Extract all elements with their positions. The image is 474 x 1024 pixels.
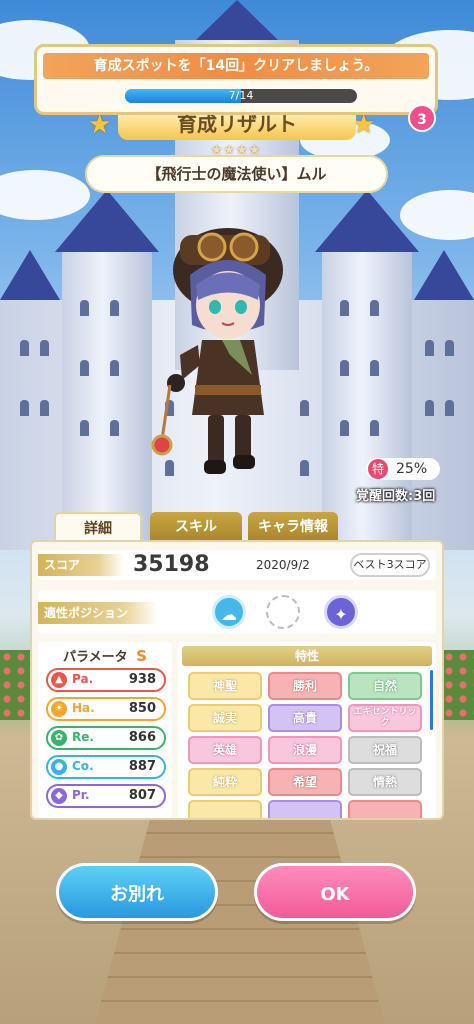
score-date: 2020/9/2 bbox=[256, 558, 310, 572]
character-sprite bbox=[151, 228, 283, 474]
clover-icon: ✿ bbox=[51, 730, 67, 746]
special-ratio: 特 25% bbox=[366, 458, 440, 480]
trait-item[interactable]: 浪漫 bbox=[268, 736, 342, 764]
traits-box: 特性 神聖 勝利 自然 誠実 高貴 エキセントリック 英雄 浪漫 祝福 純粋 希… bbox=[178, 642, 436, 818]
trait-item[interactable]: 英雄 bbox=[188, 736, 262, 764]
character-name: 【飛行士の魔法使い】ムル bbox=[85, 155, 388, 193]
score-row: スコア 35198 2020/9/2 ベスト3スコア bbox=[38, 550, 436, 580]
mission-progress-bar: 7/14 bbox=[125, 89, 357, 103]
param-pa: ▲ Pa. 938 bbox=[46, 668, 166, 692]
awaken-count: 覚醒回数:3回 bbox=[356, 489, 436, 504]
parameters-heading: パラメータ S bbox=[38, 646, 172, 665]
position-cloud-icon: ☁ bbox=[212, 595, 246, 629]
sun-icon: ☀ bbox=[51, 701, 67, 717]
trait-item[interactable]: エキセントリック bbox=[348, 704, 422, 732]
score-value: 35198 bbox=[133, 552, 210, 577]
parameters-box: パラメータ S ▲ Pa. 938 ☀ Ha. 850 ✿ Re. 866 ● … bbox=[38, 642, 172, 818]
param-pr: ◆ Pr. 807 bbox=[46, 784, 166, 808]
trait-item[interactable]: 純粋 bbox=[188, 768, 262, 796]
farewell-button[interactable]: お別れ bbox=[56, 863, 218, 921]
trait-item-partial[interactable] bbox=[348, 800, 422, 818]
trait-item[interactable]: 祝福 bbox=[348, 736, 422, 764]
param-ha: ☀ Ha. 850 bbox=[46, 697, 166, 721]
position-empty-slot bbox=[266, 595, 300, 629]
parameters-title: パラメータ bbox=[63, 650, 128, 665]
position-row: 適性ポジション ☁ ✦ bbox=[38, 590, 436, 634]
tab-character-info[interactable]: キャラ情報 bbox=[248, 512, 338, 542]
tab-skills[interactable]: スキル bbox=[150, 512, 242, 542]
position-label: 適性ポジション bbox=[38, 602, 158, 624]
water-icon: ● bbox=[51, 759, 67, 775]
position-rocket-icon: ✦ bbox=[324, 595, 358, 629]
traits-title: 特性 bbox=[182, 646, 432, 666]
mission-banner[interactable]: 育成スポットを「14回」クリアしましょう。 7/14 bbox=[34, 44, 438, 115]
trait-item[interactable]: 希望 bbox=[268, 768, 342, 796]
special-ratio-value: 25% bbox=[396, 461, 428, 477]
trait-item[interactable]: 誠実 bbox=[188, 704, 262, 732]
ok-button[interactable]: OK bbox=[254, 863, 416, 921]
trait-item-partial[interactable] bbox=[268, 800, 342, 818]
page-title: 育成リザルト bbox=[118, 112, 356, 140]
special-icon: 特 bbox=[368, 459, 388, 479]
best-score-button[interactable]: ベスト3スコア bbox=[350, 553, 430, 577]
traits-scrollbar[interactable] bbox=[430, 670, 433, 730]
notification-badge[interactable]: 3 bbox=[408, 104, 436, 132]
trait-item[interactable]: 勝利 bbox=[268, 672, 342, 700]
param-co: ● Co. 887 bbox=[46, 755, 166, 779]
trait-item[interactable]: 神聖 bbox=[188, 672, 262, 700]
trait-item[interactable]: 情熱 bbox=[348, 768, 422, 796]
fire-icon: ▲ bbox=[51, 672, 67, 688]
mission-text: 育成スポットを「14回」クリアしましょう。 bbox=[43, 53, 429, 79]
mission-progress-label: 7/14 bbox=[228, 89, 254, 102]
details-panel: スコア 35198 2020/9/2 ベスト3スコア 適性ポジション ☁ ✦ パ… bbox=[30, 540, 444, 820]
trait-item[interactable]: 高貴 bbox=[268, 704, 342, 732]
gem-icon: ◆ bbox=[51, 788, 67, 804]
param-re: ✿ Re. 866 bbox=[46, 726, 166, 750]
parameters-rank: S bbox=[136, 647, 147, 665]
score-label: スコア bbox=[38, 554, 124, 576]
tab-details[interactable]: 詳細 bbox=[54, 512, 142, 542]
trait-item[interactable]: 自然 bbox=[348, 672, 422, 700]
trait-item-partial[interactable] bbox=[188, 800, 262, 818]
